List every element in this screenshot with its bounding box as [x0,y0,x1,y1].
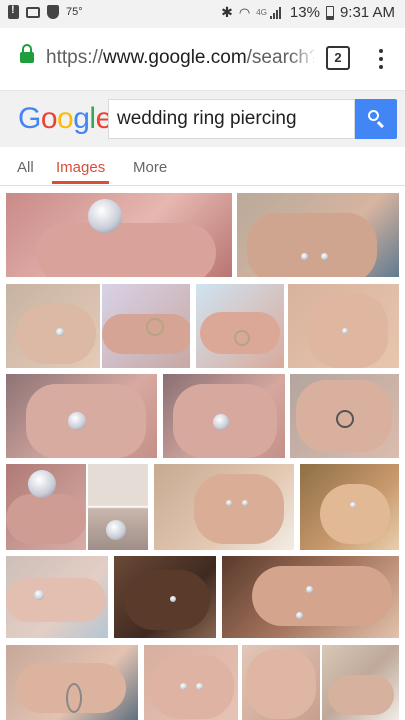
tab-switcher-button[interactable]: 2 [326,46,350,70]
image-result[interactable] [196,284,284,368]
url-scheme: https:// [46,47,104,68]
image-result[interactable] [6,464,86,550]
image-result[interactable] [322,645,399,720]
clock-text: 9:31 AM [339,4,395,21]
image-result[interactable] [300,464,399,550]
status-bar: 75° ✱ ◠ 4G 13% 9:31 AM [0,0,405,28]
message-icon [26,6,40,18]
wifi-icon: ◠ [238,4,251,20]
browser-toolbar: https://www.google.com/search? 2 [0,28,405,90]
search-header: Google [0,90,405,147]
google-logo-letter: o [57,102,74,135]
search-input[interactable] [117,100,347,138]
lock-icon [20,44,34,63]
shield-icon [47,5,59,19]
battery-percent-text: 13% [289,4,320,21]
search-button[interactable] [355,99,397,139]
tab-images[interactable]: Images [56,159,105,176]
google-logo-letter: g [73,102,90,135]
active-tab-indicator [52,181,109,184]
alert-icon [8,4,19,19]
image-result[interactable] [6,645,138,720]
google-logo-letter: G [18,102,41,135]
network-type-text: 4G [256,8,267,17]
image-result[interactable] [144,645,238,720]
url-host: www.google.com [103,47,247,68]
bluetooth-icon: ✱ [221,4,233,20]
image-result[interactable] [6,556,108,638]
temperature-text: 75° [66,6,83,18]
search-box[interactable] [108,99,355,139]
image-result[interactable] [114,556,216,638]
image-result[interactable] [237,193,399,277]
google-logo[interactable]: Google [18,102,112,136]
image-result[interactable] [154,464,294,550]
url-fade [290,42,318,74]
image-result[interactable] [288,284,399,368]
image-result[interactable] [6,193,232,277]
image-result[interactable] [6,284,100,368]
overflow-menu-icon[interactable] [372,48,390,70]
battery-icon [325,5,334,20]
signal-icon [269,6,284,19]
tab-more[interactable]: More [133,159,167,176]
image-result[interactable] [88,464,148,550]
tab-all[interactable]: All [17,159,34,176]
image-result[interactable] [290,374,399,458]
url-field[interactable]: https://www.google.com/search? [46,47,314,69]
search-icon [368,110,379,121]
image-result[interactable] [6,374,157,458]
image-results-grid [0,186,405,720]
search-tabs: All Images More [0,147,405,186]
image-result[interactable] [222,556,399,638]
google-logo-letter: o [40,102,58,135]
image-result[interactable] [163,374,285,458]
image-result[interactable] [242,645,320,720]
image-result[interactable] [102,284,190,368]
